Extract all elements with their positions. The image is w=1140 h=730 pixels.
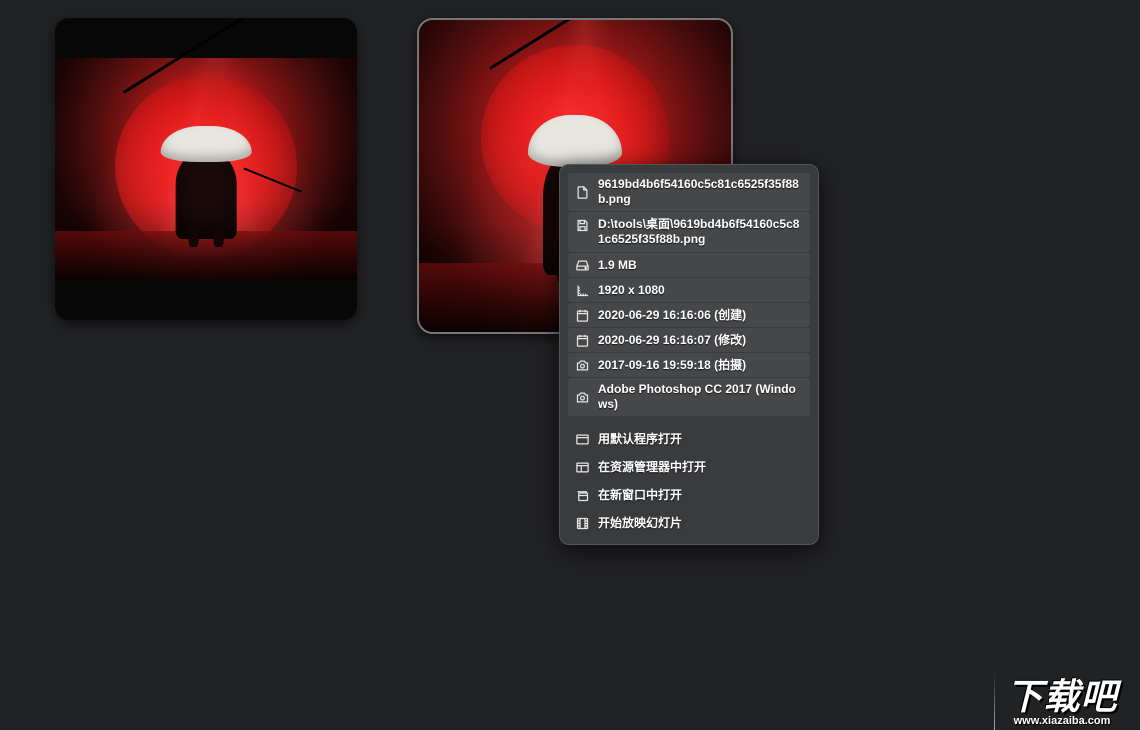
action-start-slideshow[interactable]: 开始放映幻灯片 [568, 511, 810, 535]
taken-value: 2017-09-16 19:59:18 (拍摄) [598, 358, 804, 373]
window-icon [574, 431, 590, 447]
calendar-icon [574, 332, 590, 348]
file-icon [574, 184, 590, 200]
software-value: Adobe Photoshop CC 2017 (Windows) [598, 382, 804, 412]
action-label: 在新窗口中打开 [598, 488, 804, 503]
action-open-new-window[interactable]: 在新窗口中打开 [568, 483, 810, 507]
save-disk-icon [574, 217, 590, 233]
created-value: 2020-06-29 16:16:06 (创建) [598, 308, 804, 323]
info-filesize: 1.9 MB [568, 253, 810, 277]
modified-value: 2020-06-29 16:16:07 (修改) [598, 333, 804, 348]
info-filepath: D:\tools\桌面\9619bd4b6f54160c5c81c6525f35… [568, 212, 810, 252]
info-modified: 2020-06-29 16:16:07 (修改) [568, 328, 810, 352]
watermark-divider [994, 0, 995, 730]
thumbnail-image [55, 58, 357, 280]
dimensions-value: 1920 x 1080 [598, 283, 804, 298]
file-info-panel: 9619bd4b6f54160c5c81c6525f35f88b.png D:\… [559, 164, 819, 545]
watermark: 下载吧 www.xiazaiba.com [992, 679, 1132, 727]
info-taken: 2017-09-16 19:59:18 (拍摄) [568, 353, 810, 377]
thumbnail-unselected[interactable] [55, 18, 357, 320]
action-label: 开始放映幻灯片 [598, 516, 804, 531]
camera-icon [574, 357, 590, 373]
action-label: 用默认程序打开 [598, 432, 804, 447]
drive-icon [574, 257, 590, 273]
filepath-value: D:\tools\桌面\9619bd4b6f54160c5c81c6525f35… [598, 217, 804, 247]
info-dimensions: 1920 x 1080 [568, 278, 810, 302]
panes-icon [574, 459, 590, 475]
info-created: 2020-06-29 16:16:06 (创建) [568, 303, 810, 327]
filesize-value: 1.9 MB [598, 258, 804, 273]
calendar-icon [574, 307, 590, 323]
windows-stack-icon [574, 487, 590, 503]
dimensions-icon [574, 282, 590, 298]
film-icon [574, 515, 590, 531]
action-open-default[interactable]: 用默认程序打开 [568, 427, 810, 451]
camera-icon [574, 389, 590, 405]
watermark-text: 下载吧 [992, 679, 1132, 715]
action-open-explorer[interactable]: 在资源管理器中打开 [568, 455, 810, 479]
info-software: Adobe Photoshop CC 2017 (Windows) [568, 378, 810, 416]
action-label: 在资源管理器中打开 [598, 460, 804, 475]
info-filename: 9619bd4b6f54160c5c81c6525f35f88b.png [568, 173, 810, 211]
filename-value: 9619bd4b6f54160c5c81c6525f35f88b.png [598, 177, 804, 207]
